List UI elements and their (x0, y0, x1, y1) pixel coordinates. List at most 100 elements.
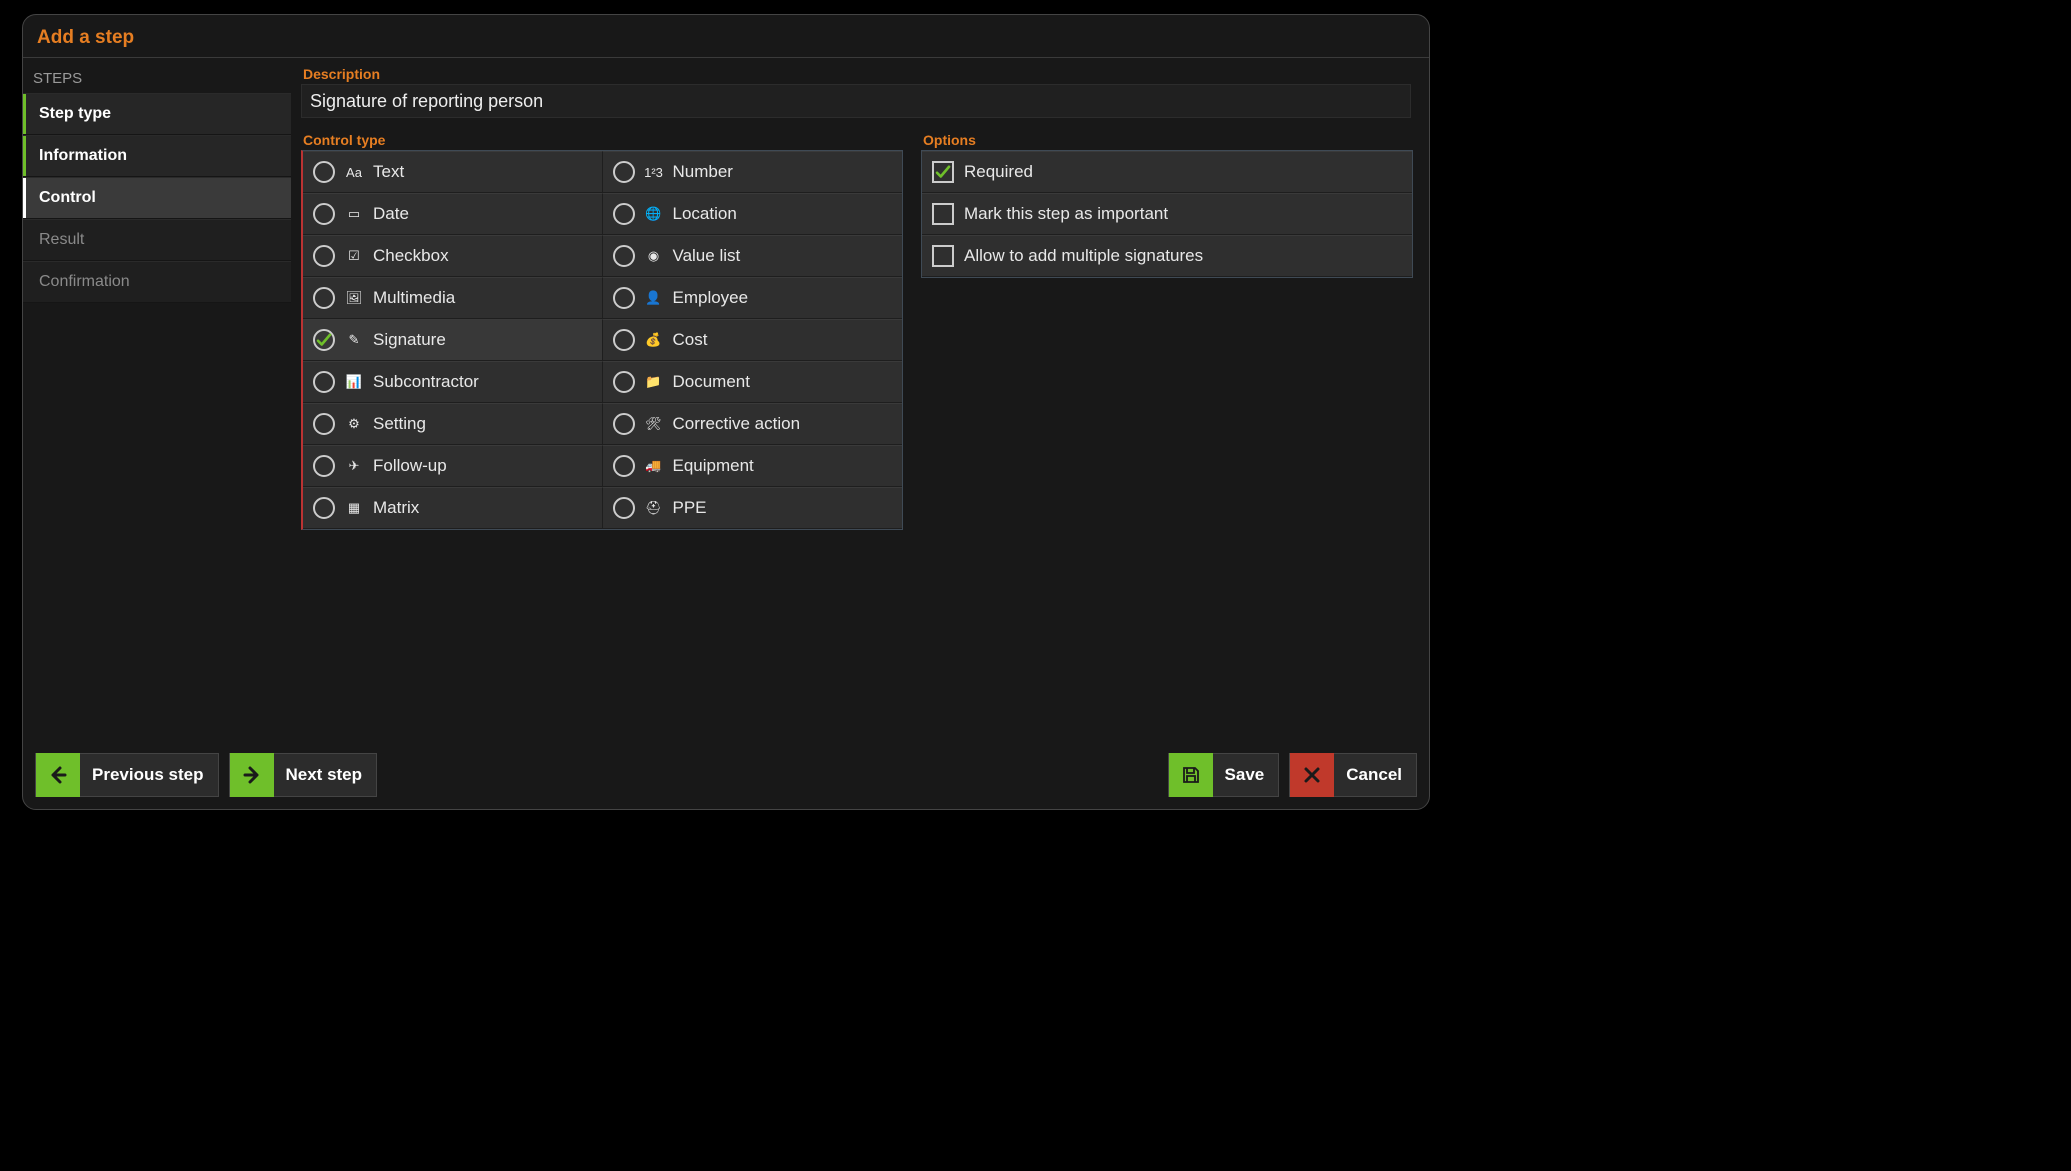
checkbox-checked-icon (932, 161, 954, 183)
sidebar-step-step-type[interactable]: Step type (23, 93, 291, 135)
option-allow-to-add-multiple-signatures[interactable]: Allow to add multiple signatures (922, 235, 1412, 277)
cost-icon: 💰 (645, 331, 663, 349)
control-type-label: Subcontractor (373, 372, 479, 392)
main-panel: Description Control type Aa Text 1²3Number… (291, 58, 1429, 753)
previous-step-label: Previous step (92, 765, 204, 785)
cancel-button[interactable]: Cancel (1289, 753, 1417, 797)
radio-icon (313, 245, 335, 267)
option-label: Allow to add multiple signatures (964, 246, 1203, 266)
save-button[interactable]: Save (1168, 753, 1280, 797)
radio-icon (613, 413, 635, 435)
option-required[interactable]: Required (922, 151, 1412, 193)
sidebar-step-label: Step type (39, 105, 111, 123)
equipment-icon: 🚚 (645, 457, 663, 475)
ppe-icon: ⛑ (645, 499, 663, 517)
sidebar-step-result[interactable]: Result (23, 219, 291, 261)
control-type-checkbox[interactable]: ☑ Checkbox (303, 235, 603, 277)
next-step-label: Next step (286, 765, 363, 785)
radio-icon (313, 497, 335, 519)
control-type-label: PPE (673, 498, 707, 518)
radio-icon (613, 371, 635, 393)
multimedia-icon: 🖼 (345, 289, 363, 307)
sidebar-step-label: Control (39, 189, 96, 207)
control-type-multimedia[interactable]: 🖼Multimedia (303, 277, 603, 319)
setting-icon: ⚙ (345, 415, 363, 433)
control-type-label: Text (373, 162, 404, 182)
radio-icon (313, 203, 335, 225)
control-type-setting[interactable]: ⚙ Setting (303, 403, 603, 445)
radio-icon (613, 245, 635, 267)
cancel-label: Cancel (1346, 765, 1402, 785)
description-label: Description (301, 66, 1411, 82)
option-mark-this-step-as-important[interactable]: Mark this step as important (922, 193, 1412, 235)
corrective-icon: 🛠 (645, 415, 663, 433)
checkbox-icon: ☑ (345, 247, 363, 265)
control-type-label: Equipment (673, 456, 754, 476)
radio-icon (313, 287, 335, 309)
sidebar-step-information[interactable]: Information (23, 135, 291, 177)
control-type-label: Cost (673, 330, 708, 350)
control-type-label: Corrective action (673, 414, 801, 434)
control-type-label: Employee (673, 288, 749, 308)
radio-icon (613, 161, 635, 183)
control-type-label: Checkbox (373, 246, 449, 266)
control-type-label: Location (673, 204, 737, 224)
steps-sidebar: STEPS Step type Information Control Result C… (23, 58, 291, 753)
control-type-signature[interactable]: ✎ Signature (303, 319, 603, 361)
radio-icon (613, 287, 635, 309)
control-type-subcontractor[interactable]: 📊Subcontractor (303, 361, 603, 403)
control-type-label: Matrix (373, 498, 419, 518)
control-type-value-list[interactable]: ◉Value list (603, 235, 903, 277)
control-type-ppe[interactable]: ⛑ PPE (603, 487, 903, 529)
control-type-label: Control type (301, 132, 903, 148)
signature-icon: ✎ (345, 331, 363, 349)
radio-icon (313, 329, 335, 351)
control-type-equipment[interactable]: 🚚 Equipment (603, 445, 903, 487)
control-type-label: Setting (373, 414, 426, 434)
control-type-matrix[interactable]: ▦ Matrix (303, 487, 603, 529)
dialog-body: STEPS Step type Information Control Result C… (23, 58, 1429, 753)
dialog-add-step: Add a step STEPS Step type Information Con… (22, 14, 1430, 810)
radio-icon (613, 203, 635, 225)
control-type-date[interactable]: ▭Date (303, 193, 603, 235)
control-type-location[interactable]: 🌐Location (603, 193, 903, 235)
control-type-cost[interactable]: 💰 Cost (603, 319, 903, 361)
option-label: Required (964, 162, 1033, 182)
control-type-document[interactable]: 📁 Document (603, 361, 903, 403)
checkbox-icon (932, 245, 954, 267)
description-field: Description (301, 66, 1411, 118)
radio-icon (313, 455, 335, 477)
checkbox-icon (932, 203, 954, 225)
employee-icon: 👤 (645, 289, 663, 307)
control-type-label: Value list (673, 246, 741, 266)
control-type-follow-up[interactable]: ✈ Follow-up (303, 445, 603, 487)
control-type-label: Document (673, 372, 750, 392)
control-type-corrective-action[interactable]: 🛠 Corrective action (603, 403, 903, 445)
matrix-icon: ▦ (345, 499, 363, 517)
radio-icon (313, 371, 335, 393)
radio-icon (613, 455, 635, 477)
followup-icon: ✈ (345, 457, 363, 475)
sidebar-step-label: Confirmation (39, 273, 130, 291)
radio-icon (613, 329, 635, 351)
next-step-button[interactable]: Next step (229, 753, 378, 797)
control-type-label: Signature (373, 330, 446, 350)
arrow-right-icon (230, 753, 274, 797)
number-icon: 1²3 (645, 163, 663, 181)
control-type-label: Follow-up (373, 456, 447, 476)
dialog-footer: Previous step Next step Save Cancel (23, 753, 1429, 809)
sidebar-heading: STEPS (23, 62, 291, 93)
sidebar-step-confirmation[interactable]: Confirmation (23, 261, 291, 303)
control-type-number[interactable]: 1²3Number (603, 151, 903, 193)
document-icon: 📁 (645, 373, 663, 391)
control-type-employee[interactable]: 👤 Employee (603, 277, 903, 319)
save-label: Save (1225, 765, 1265, 785)
close-icon (1290, 753, 1334, 797)
dialog-title: Add a step (23, 15, 1429, 58)
previous-step-button[interactable]: Previous step (35, 753, 219, 797)
description-input[interactable] (301, 84, 1411, 118)
options-section: Options RequiredMark this step as import… (921, 132, 1413, 278)
control-type-text[interactable]: Aa Text (303, 151, 603, 193)
sidebar-step-control[interactable]: Control (23, 177, 291, 219)
text-icon: Aa (345, 163, 363, 181)
